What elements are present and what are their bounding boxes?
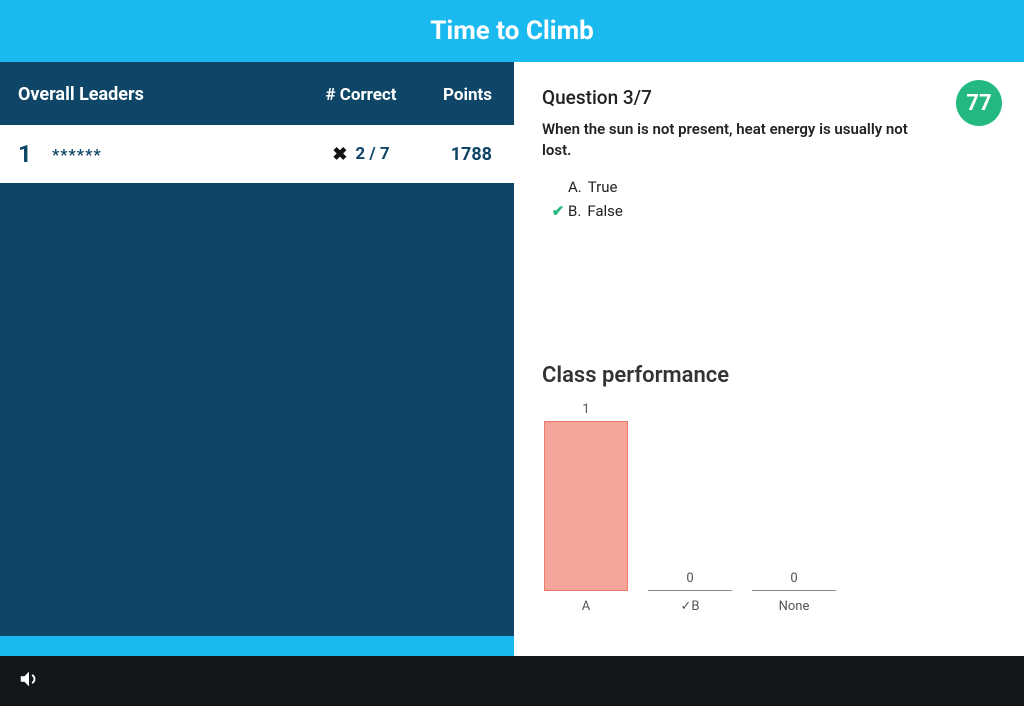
main-area: Overall Leaders # Correct Points 1 *****…: [0, 62, 1024, 656]
bar-baseline: [648, 590, 732, 591]
chart-bar-group: 1 A: [542, 402, 630, 614]
leaders-header: Overall Leaders # Correct Points: [0, 62, 514, 125]
answers-list: A. True ✔ B. False: [548, 175, 996, 223]
footer-bar: [0, 656, 1024, 706]
question-number: Question 3/7: [542, 86, 996, 109]
bar-label: None: [779, 599, 810, 614]
leader-rank: 1: [18, 140, 46, 168]
bar-value: 0: [686, 571, 693, 586]
leader-row: 1 ****** ✖ 2 / 7 1788: [0, 125, 514, 183]
bar-label: A: [582, 599, 590, 614]
leader-correct: ✖ 2 / 7: [306, 144, 416, 165]
sound-icon[interactable]: [18, 668, 40, 694]
answer-letter: B.: [568, 202, 581, 220]
chart-bar-group: 0 None: [750, 571, 838, 614]
class-performance-chart: 1 A 0 ✓B 0 None: [542, 404, 996, 614]
answer-option: A. True: [548, 175, 996, 199]
bar: [544, 421, 628, 591]
bar-label: ✓B: [681, 599, 700, 614]
app-title: Time to Climb: [430, 16, 594, 46]
score-badge: 77: [956, 80, 1002, 126]
chart-bar-group: 0 ✓B: [646, 571, 734, 614]
question-text: When the sun is not present, heat energy…: [542, 119, 996, 161]
answer-text: False: [587, 202, 623, 220]
bar-value: 1: [582, 402, 589, 417]
wrong-icon: ✖: [332, 144, 347, 165]
leaders-panel: Overall Leaders # Correct Points 1 *****…: [0, 62, 514, 656]
class-performance-title: Class performance: [542, 363, 996, 388]
check-icon: ✔: [548, 202, 568, 220]
leaders-heading-overall: Overall Leaders: [18, 84, 306, 105]
answer-letter: A.: [568, 178, 582, 196]
answer-option: ✔ B. False: [548, 199, 996, 223]
leader-points: 1788: [416, 144, 496, 165]
leader-name: ******: [46, 145, 306, 164]
leaders-heading-points: Points: [416, 85, 496, 105]
bar-value: 0: [790, 571, 797, 586]
answer-text: True: [588, 178, 618, 196]
bar-baseline: [752, 590, 836, 591]
app-header: Time to Climb: [0, 0, 1024, 62]
question-panel: 77 Question 3/7 When the sun is not pres…: [514, 62, 1024, 656]
leaders-heading-correct: # Correct: [306, 85, 416, 105]
progress-bar: [0, 636, 514, 656]
